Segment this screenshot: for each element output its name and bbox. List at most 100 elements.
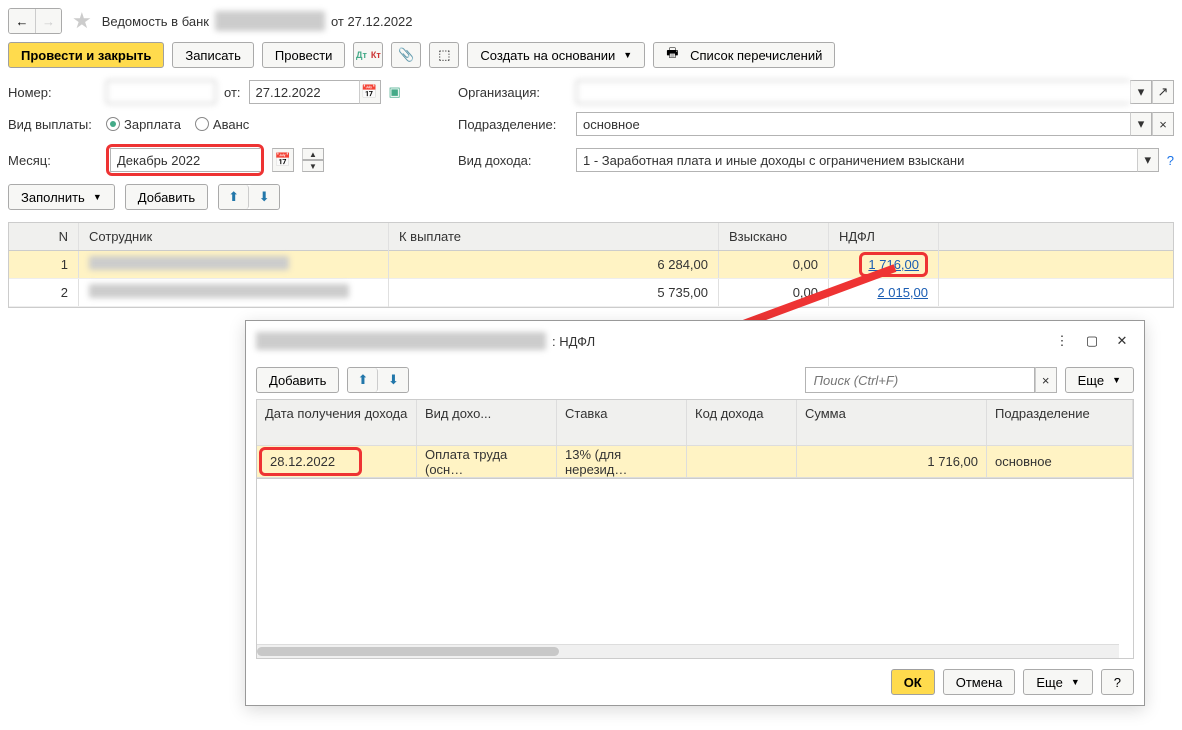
date-field[interactable]: 27.12.2022 [249, 80, 359, 104]
dialog-help-button[interactable]: ? [1101, 669, 1134, 695]
search-clear-button[interactable]: × [1035, 367, 1057, 393]
dept-field-group: основное ▾ × [576, 112, 1174, 136]
page-title: Ведомость в банк ████████ от 27.12.2022 [102, 11, 413, 31]
org-open-button[interactable]: ↗ [1152, 80, 1174, 104]
income-help-link[interactable]: ? [1167, 153, 1174, 168]
date-highlight: 28.12.2022 [259, 447, 362, 476]
dept-label: Подразделение: [458, 117, 568, 132]
month-up-button[interactable]: ▲ [302, 148, 324, 160]
nav-back-button[interactable]: ← [9, 9, 35, 33]
post-button[interactable]: Провести [262, 42, 346, 68]
org-dropdown-button[interactable]: ▾ [1130, 80, 1152, 104]
arrow-right-icon: → [42, 14, 55, 29]
maximize-icon: ▢ [1086, 333, 1098, 349]
number-field[interactable] [106, 80, 216, 104]
close-icon: ✕ [1117, 333, 1128, 349]
dtkt-button[interactable]: Дт Кт [353, 42, 383, 68]
calendar-icon: 📅 [361, 84, 377, 100]
dialog-scroll-area [256, 479, 1134, 659]
radio-salary[interactable]: Зарплата [106, 117, 181, 132]
ndfl-link[interactable]: 1 716,00 [868, 257, 919, 272]
attach-button[interactable]: 📎 [391, 42, 421, 68]
arrow-down-icon: ⬇ [388, 372, 399, 388]
month-down-button[interactable]: ▼ [302, 160, 324, 172]
title-suffix: от 27.12.2022 [331, 14, 413, 29]
income-dropdown-button[interactable]: ▾ [1137, 148, 1159, 172]
col-payable: К выплате [389, 223, 719, 250]
open-icon: ↗ [1158, 84, 1169, 100]
favorite-star-icon[interactable]: ★ [72, 8, 92, 34]
list-transfers-button[interactable]: 🖶 Список перечислений [653, 42, 835, 68]
dtkt-icon2: Кт [371, 50, 381, 60]
dialog-title: ████████████ : НДФЛ [256, 332, 1044, 350]
move-down-button[interactable]: ⬇ [249, 185, 279, 209]
col-employee: Сотрудник [79, 223, 389, 250]
employee-table: N Сотрудник К выплате Взыскано НДФЛ 1 6 … [8, 222, 1174, 308]
nav-forward-button[interactable]: → [35, 9, 61, 33]
col-collected: Взыскано [719, 223, 829, 250]
arrow-left-icon: ← [16, 14, 29, 29]
hierarchy-icon: ⬚ [438, 47, 450, 63]
dialog-footer-more-button[interactable]: Еще▼ [1023, 669, 1092, 695]
month-label: Месяц: [8, 153, 98, 168]
chevron-down-icon: ▾ [1138, 84, 1145, 100]
dcol-dept: Подразделение [987, 400, 1133, 446]
write-button[interactable]: Записать [172, 42, 254, 68]
fill-button[interactable]: Заполнить▼ [8, 184, 115, 210]
dept-field[interactable]: основное [576, 112, 1130, 136]
horizontal-scrollbar[interactable] [257, 644, 1119, 658]
col-n: N [9, 223, 79, 250]
paperclip-icon: 📎 [398, 47, 414, 63]
add-row-button[interactable]: Добавить [125, 184, 208, 210]
month-calendar-button[interactable]: 📅 [272, 148, 294, 172]
income-field-group: 1 - Заработная плата и иные доходы с огр… [576, 148, 1159, 172]
search-input[interactable] [805, 367, 1035, 393]
dialog-menu-button[interactable]: ⋮ [1050, 329, 1074, 353]
number-label: Номер: [8, 85, 98, 100]
table-header: N Сотрудник К выплате Взыскано НДФЛ [9, 223, 1173, 251]
org-label: Организация: [458, 85, 568, 100]
table-row[interactable]: 1 6 284,00 0,00 1 716,00 [9, 251, 1173, 279]
nav-buttons: ← → [8, 8, 62, 34]
ndfl-link[interactable]: 2 015,00 [877, 285, 928, 300]
structure-button[interactable]: ⬚ [429, 42, 459, 68]
dcol-rate: Ставка [557, 400, 687, 446]
income-label: Вид дохода: [458, 153, 568, 168]
post-and-close-button[interactable]: Провести и закрыть [8, 42, 164, 68]
dialog-add-button[interactable]: Добавить [256, 367, 339, 393]
dcol-date: Дата получения дохода [257, 400, 417, 446]
dialog-maximize-button[interactable]: ▢ [1080, 329, 1104, 353]
chevron-down-icon: ▼ [1112, 375, 1121, 385]
chevron-down-icon: ▼ [93, 192, 102, 202]
arrow-down-icon: ⬇ [259, 189, 270, 205]
month-field[interactable]: Декабрь 2022 [110, 148, 260, 172]
posted-flag-icon: ▣ [389, 84, 401, 100]
dialog-move-up-button[interactable]: ⬆ [348, 368, 378, 392]
dialog-table-row[interactable]: 28.12.2022 Оплата труда (осн… 13% (для н… [257, 446, 1133, 478]
dtkt-icon: Дт [356, 50, 367, 60]
chevron-down-icon: ▾ [1145, 152, 1152, 168]
radio-advance[interactable]: Аванс [195, 117, 249, 132]
dept-clear-button[interactable]: × [1152, 112, 1174, 136]
dialog-move-down-button[interactable]: ⬇ [378, 368, 408, 392]
dialog-cancel-button[interactable]: Отмена [943, 669, 1016, 695]
dialog-move-buttons: ⬆ ⬇ [347, 367, 409, 393]
calendar-button[interactable]: 📅 [359, 80, 381, 104]
dialog-ok-button[interactable]: ОК [891, 669, 935, 695]
dialog-more-button[interactable]: Еще▼ [1065, 367, 1134, 393]
move-up-button[interactable]: ⬆ [219, 185, 249, 209]
org-field[interactable] [576, 80, 1130, 104]
create-based-on-button[interactable]: Создать на основании▼ [467, 42, 645, 68]
title-hidden: ████████ [215, 11, 325, 31]
calendar-icon: 📅 [275, 152, 291, 168]
clear-icon: × [1159, 117, 1167, 132]
chevron-down-icon: ▼ [1071, 677, 1080, 687]
ndfl-dialog: ████████████ : НДФЛ ⋮ ▢ ✕ Добавить ⬆ ⬇ ×… [245, 320, 1145, 706]
dialog-table: Дата получения дохода Вид дохо... Ставка… [256, 399, 1134, 479]
chevron-down-icon: ▼ [623, 50, 632, 60]
table-row[interactable]: 2 5 735,00 0,00 2 015,00 [9, 279, 1173, 307]
main-toolbar: Провести и закрыть Записать Провести Дт К… [0, 34, 1182, 76]
dialog-close-button[interactable]: ✕ [1110, 329, 1134, 353]
dept-dropdown-button[interactable]: ▾ [1130, 112, 1152, 136]
income-field[interactable]: 1 - Заработная плата и иные доходы с огр… [576, 148, 1137, 172]
